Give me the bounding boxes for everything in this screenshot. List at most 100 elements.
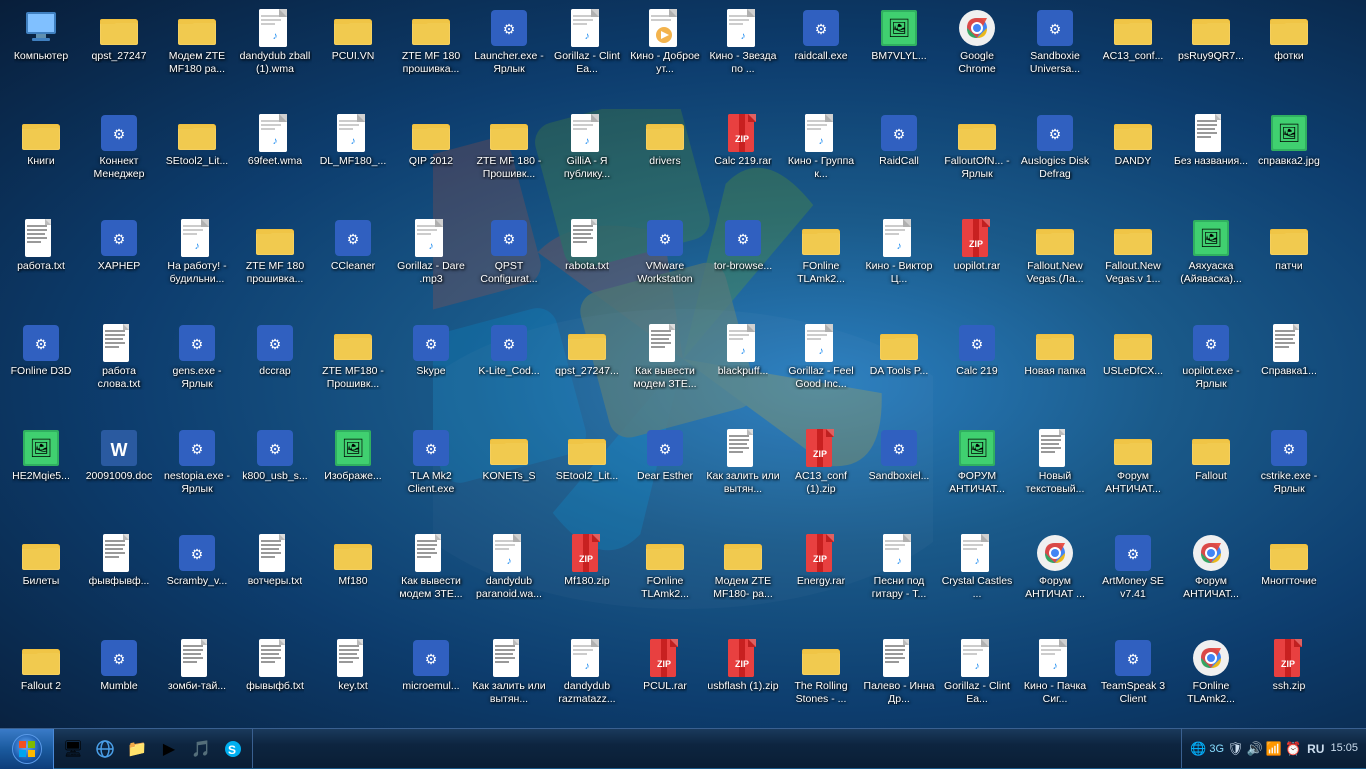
desktop-icon-20091009_doc[interactable]: W 20091009.doc [80,424,158,524]
desktop-icon-gillia[interactable]: ♪ GilliA - Я публику... [548,109,626,209]
desktop-icon-kino_gruppa[interactable]: ♪ Кино - Группа к... [782,109,860,209]
desktop-icon-komputer[interactable]: Компьютер [2,4,80,104]
desktop-icon-dccrap[interactable]: ⚙ dccrap [236,319,314,419]
desktop-icon-pcui_vn[interactable]: PCUI.VN [314,4,392,104]
desktop-icon-kak_vivesti_mod[interactable]: Как вывести модем ЗТЕ... [392,529,470,629]
desktop-icon-konn_men[interactable]: ⚙ Коннект Менеджер [80,109,158,209]
desktop-icon-na_rabotu[interactable]: ♪ На работу! - будильни... [158,214,236,314]
desktop-icon-setool2_lit2[interactable]: SEtool2_Lit... [548,424,626,524]
desktop-icon-fotki[interactable]: фотки [1250,4,1328,104]
desktop-icon-dandydub_wma[interactable]: ♪ dandydub zball (1).wma [236,4,314,104]
desktop-icon-dear_esther[interactable]: ⚙ Dear Esther [626,424,704,524]
desktop-icon-vmware[interactable]: ⚙ VMware Workstation [626,214,704,314]
desktop-icon-nestopia[interactable]: ⚙ nestopia.exe - Ярлык [158,424,236,524]
tray-clock2[interactable]: ⏰ [1285,741,1301,757]
desktop-icon-crystal_castles[interactable]: ♪ Crystal Castles ... [938,529,1016,629]
tl-winamp[interactable]: 🎵 [186,732,216,766]
desktop-icon-skype[interactable]: ⚙ Skype [392,319,470,419]
desktop-icon-gens_exe[interactable]: ⚙ gens.exe - Ярлык [158,319,236,419]
desktop-icon-forum_antic[interactable]: 🖼 ФОРУМ АНТИЧАТ... [938,424,1016,524]
desktop-icon-cstrike_exe[interactable]: ⚙ cstrike.exe - Ярлык [1250,424,1328,524]
desktop-icon-konets_s[interactable]: KONETs_S [470,424,548,524]
desktop-icon-gorillaz_clint[interactable]: ♪ Gorillaz - Clint Ea... [548,4,626,104]
desktop-icon-k800_usb[interactable]: ⚙ k800_usb_s... [236,424,314,524]
tl-skype[interactable]: S [218,732,248,766]
desktop-icon-fallout2[interactable]: Fallout 2 [2,634,80,728]
desktop-icon-da_tools[interactable]: DA Tools P... [860,319,938,419]
desktop-icon-fonline_tlamk[interactable]: FOnline TLAmk2... [782,214,860,314]
desktop-icon-ccleaner[interactable]: ⚙ CCleaner [314,214,392,314]
desktop-icon-uopilot_exe[interactable]: ⚙ uopilot.exe - Ярлык [1172,319,1250,419]
desktop-icon-spravka2_jpg[interactable]: 🖼 справка2.jpg [1250,109,1328,209]
tray-network[interactable]: 🌐 [1190,741,1206,757]
tl-show-desktop[interactable]: 🖥 [58,732,88,766]
desktop-icon-artmoney[interactable]: ⚙ ArtMoney SE v7.41 [1094,529,1172,629]
desktop-icon-novaya_papka[interactable]: Новая папка [1016,319,1094,419]
desktop-icon-calc219[interactable]: ⚙ Calc 219 [938,319,1016,419]
desktop-icon-fallout_new_v1[interactable]: Fallout.New Vegas.v 1... [1094,214,1172,314]
desktop-icon-dandydub_razm[interactable]: ♪ dandydub razmatazz... [548,634,626,728]
desktop-icon-fivfivf[interactable]: фывфывф... [80,529,158,629]
desktop-icon-zte_mf180_p[interactable]: ZTE MF 180 - Прошивк... [470,109,548,209]
desktop-icon-ac13_conf[interactable]: AC13_conf... [1094,4,1172,104]
start-button[interactable] [0,729,54,769]
desktop-icon-drivers[interactable]: drivers [626,109,704,209]
desktop-icon-zombi_taj[interactable]: зомби-тай... [158,634,236,728]
desktop-icon-modem_mf180[interactable]: Модем ZTE MF180- ра... [704,529,782,629]
desktop-icon-auslogics[interactable]: ⚙ Auslogics Disk Defrag [1016,109,1094,209]
desktop-icon-zte_mf180_pr[interactable]: ZTE MF 180 прошивка... [236,214,314,314]
desktop-icon-teamspeak3[interactable]: ⚙ TeamSpeak 3 Client [1094,634,1172,728]
tray-3g[interactable]: 3G [1209,743,1224,755]
desktop-icon-ac13_conf2[interactable]: ZIP AC13_conf (1).zip [782,424,860,524]
desktop-icon-fallout_new_las[interactable]: Fallout.New Vegas.(Ла... [1016,214,1094,314]
desktop-icon-setool2_lit[interactable]: SEtool2_Lit... [158,109,236,209]
desktop-icon-zte_mf180[interactable]: ZTE MF 180 прошивка... [392,4,470,104]
desktop-icon-zte_mf180_pr2[interactable]: ZTE MF180 - Прошивк... [314,319,392,419]
desktop-icon-tor_browse[interactable]: ⚙ tor-browse... [704,214,782,314]
desktop-icon-sandboxie[interactable]: ⚙ Sandboxie Universa... [1016,4,1094,104]
desktop-icon-fonline_tlamk2[interactable]: FOnline TLAmk2... [626,529,704,629]
desktop-icon-forum_antich3[interactable]: Форум АНТИЧАТ ... [1016,529,1094,629]
desktop-icon-mf180[interactable]: Mf180 [314,529,392,629]
desktop-icon-google_chrome[interactable]: Google Chrome [938,4,1016,104]
desktop-icon-forum_antich2[interactable]: Форум АНТИЧАТ... [1094,424,1172,524]
desktop-icon-blackpuff[interactable]: ♪ blackpuff... [704,319,782,419]
desktop-icon-dandy[interactable]: DANDY [1094,109,1172,209]
desktop-icon-psruy9qr7[interactable]: psRuy9QR7... [1172,4,1250,104]
desktop-icon-mf180_zip[interactable]: ZIP Mf180.zip [548,529,626,629]
desktop-icon-fonline_d3d[interactable]: ⚙ FOnline D3D [2,319,80,419]
system-clock[interactable]: 15:05 [1330,741,1358,755]
desktop-icon-falloutofn[interactable]: FalloutOfN... - Ярлык [938,109,1016,209]
desktop-icon-izobr[interactable]: 🖼 Изображе... [314,424,392,524]
desktop-icon-patchi[interactable]: патчи [1250,214,1328,314]
desktop-icon-he2mqie5[interactable]: 🖼 HE2Mqie5... [2,424,80,524]
desktop-icon-rabota_slova[interactable]: работа слова.txt [80,319,158,419]
desktop-icon-noviy_text[interactable]: Новый текстовый... [1016,424,1094,524]
language-indicator[interactable]: RU [1307,742,1324,756]
desktop-icon-launcher_exe[interactable]: ⚙ Launcher.exe - Ярлык [470,4,548,104]
desktop-icon-energy_rar[interactable]: ZIP Energy.rar [782,529,860,629]
desktop-icon-raidcall[interactable]: ⚙ RaidCall [860,109,938,209]
desktop-icon-rolling_stones[interactable]: The Rolling Stones - ... [782,634,860,728]
desktop-icon-dandydub_par[interactable]: ♪ dandydub paranoid.wa... [470,529,548,629]
tl-ie[interactable] [90,732,120,766]
desktop-icon-bm7vlyl[interactable]: 🖼 BM7VLYL... [860,4,938,104]
desktop-icon-rabota_txt[interactable]: работа.txt [2,214,80,314]
desktop-icon-uopilot_rar[interactable]: ZIP uopilot.rar [938,214,1016,314]
desktop-icon-69feet_wma[interactable]: ♪ 69feet.wma [236,109,314,209]
desktop-icon-palevo[interactable]: Палево - Инна Др... [860,634,938,728]
desktop-icon-kak_vivesti[interactable]: Как вывести модем ЗТЕ... [626,319,704,419]
desktop-icon-qpst_27247b[interactable]: qpst_27247... [548,319,626,419]
desktop-icon-rabota_txt2[interactable]: rabota.txt [548,214,626,314]
desktop-icon-qpst_27247[interactable]: qpst_27247 [80,4,158,104]
desktop-icon-qpst_conf[interactable]: ⚙ QPST Configurat... [470,214,548,314]
desktop-icon-fivfivb[interactable]: фывыфб.txt [236,634,314,728]
desktop-icon-scramby_v[interactable]: ⚙ Scramby_v... [158,529,236,629]
desktop-icon-dl_mf180[interactable]: ♪ DL_MF180_... [314,109,392,209]
desktop-icon-calc219_rar[interactable]: ZIP Calc 219.rar [704,109,782,209]
tray-sound[interactable]: 🔊 [1247,741,1263,757]
tl-folder[interactable]: 📁 [122,732,152,766]
desktop-icon-knigi[interactable]: Книги [2,109,80,209]
desktop-icon-fallout[interactable]: Fallout [1172,424,1250,524]
desktop-icon-forum_antich4[interactable]: Форум АНТИЧАТ... [1172,529,1250,629]
